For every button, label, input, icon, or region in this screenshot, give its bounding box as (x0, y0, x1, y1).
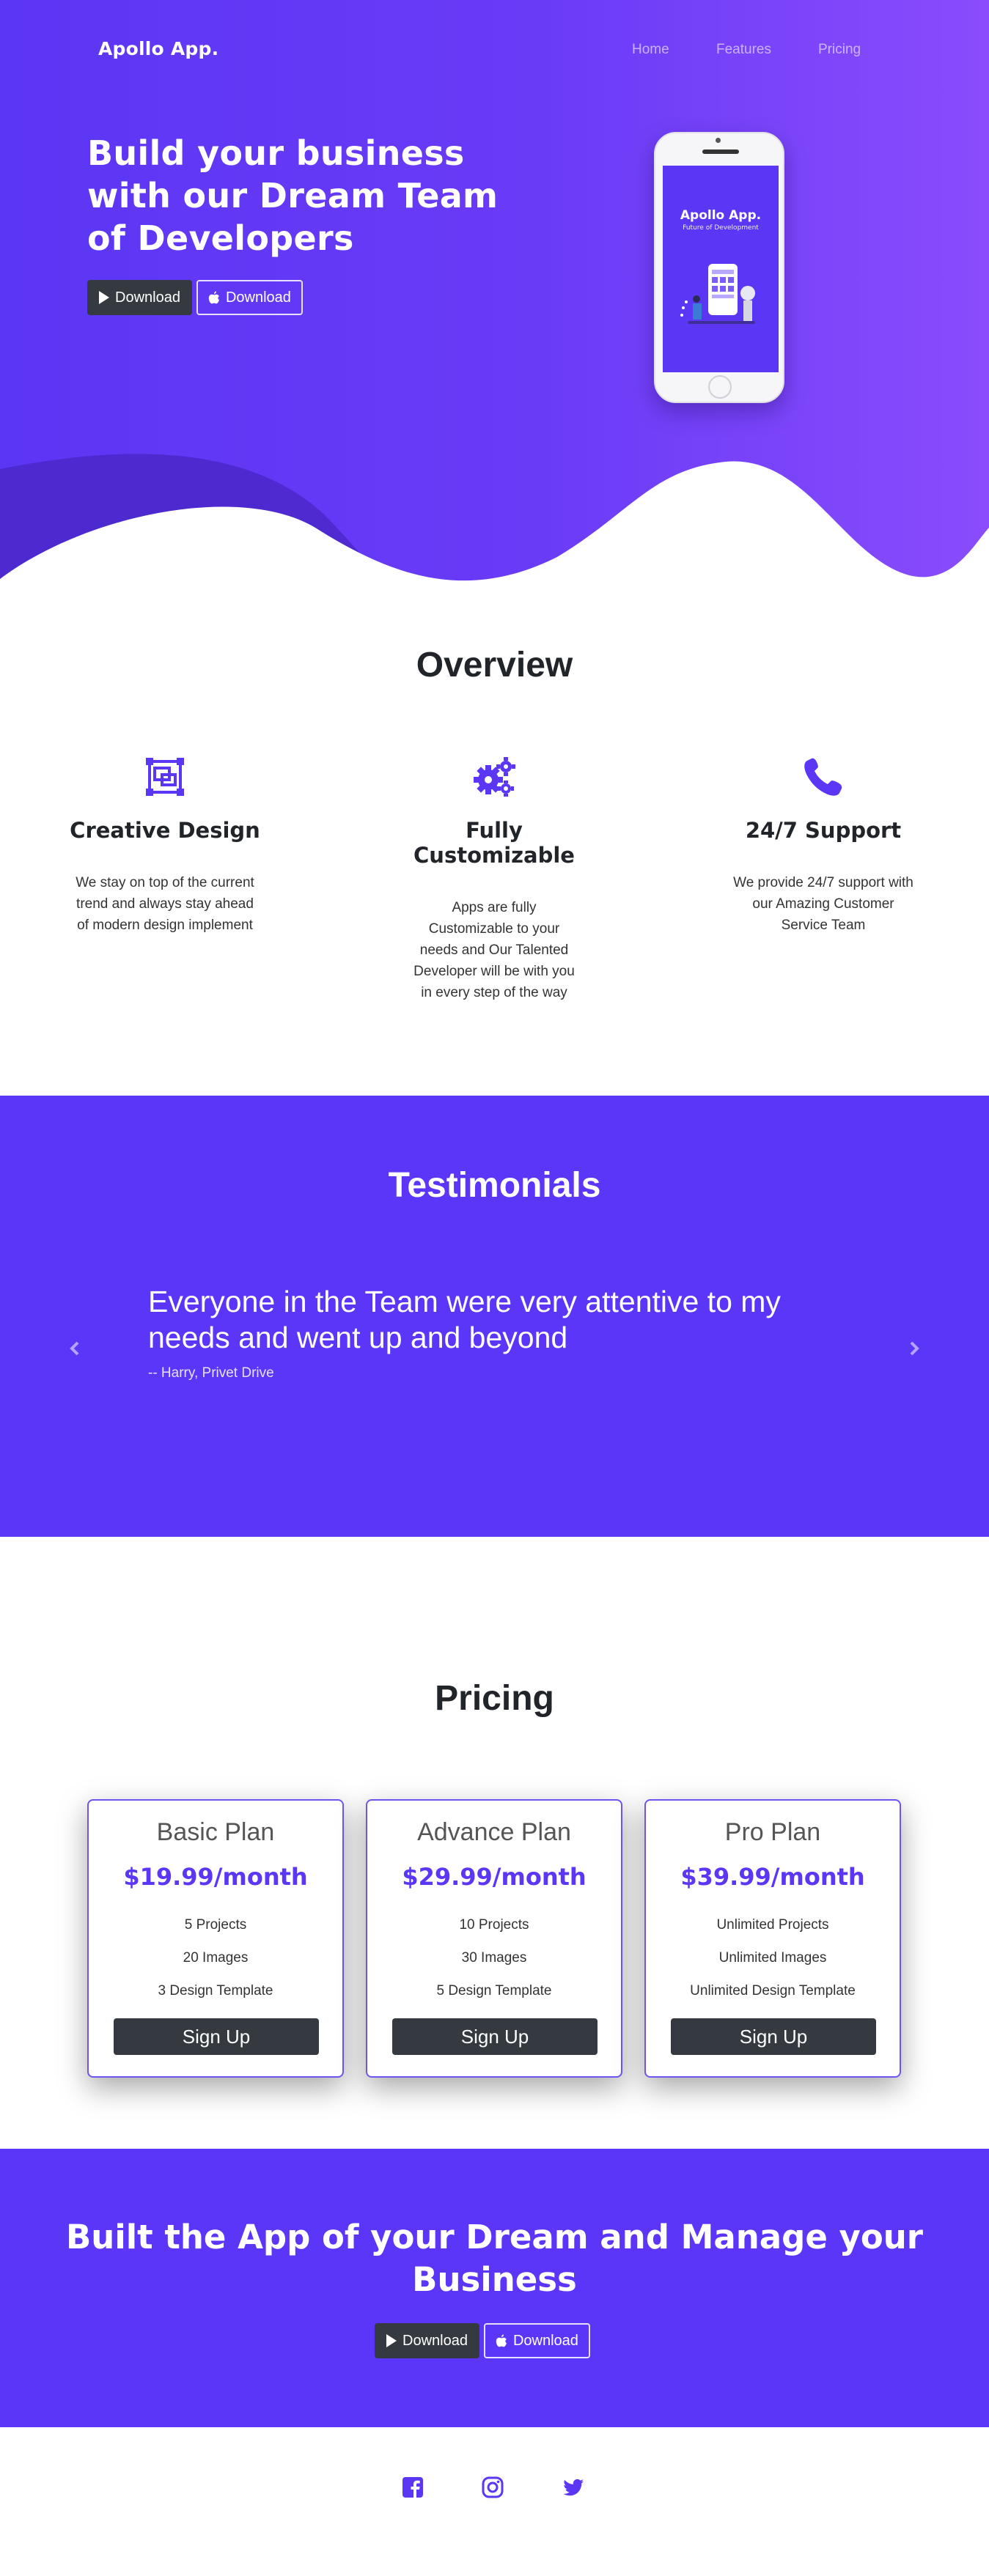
pricing-card-basic: Basic Plan $19.99/month 5 Projects 20 Im… (87, 1799, 344, 2078)
carousel-next-arrow-icon[interactable] (900, 1334, 929, 1363)
plan-feature: 5 Design Template (436, 1983, 552, 1999)
apple-icon (208, 291, 219, 304)
plan-features: Unlimited Projects Unlimited Images Unli… (646, 1908, 900, 2007)
cta-section: Built the App of your Dream and Manage y… (0, 2149, 989, 2427)
phone-app-subtitle: Future of Development (683, 224, 759, 232)
nav-links: Home Features Pricing (0, 42, 989, 64)
nav-link-home[interactable]: Home (632, 42, 669, 58)
phone-mockup: Apollo App. Future of Development (654, 132, 784, 403)
sign-up-button[interactable]: Sign Up (114, 2018, 319, 2055)
apple-icon (496, 2334, 507, 2347)
download-label: Download (115, 289, 180, 306)
app-store-download-button[interactable]: Download (483, 2323, 590, 2358)
feature-text: We stay on top of the current trend and … (76, 875, 254, 933)
carousel-prev-arrow-icon[interactable] (60, 1334, 89, 1363)
testimonials-title: Testimonials (388, 1166, 601, 1205)
download-label: Download (225, 289, 291, 306)
testimonials-section: Testimonials Everyone in the Team were v… (0, 1096, 989, 1537)
plan-price: $39.99/month (680, 1863, 865, 1891)
feature-title: Creative Design (70, 818, 260, 843)
pricing-title: Pricing (435, 1679, 554, 1718)
instagram-icon[interactable] (481, 2476, 504, 2499)
plan-price: $29.99/month (402, 1863, 587, 1891)
feature-creative-design: Creative Design We stay on top of the cu… (55, 755, 275, 936)
feature-text: We provide 24/7 support with our Amazing… (733, 875, 913, 933)
gears-icon (474, 757, 515, 797)
facebook-icon[interactable] (401, 2476, 424, 2499)
feature-title: 24/7 Support (745, 818, 902, 843)
hero-title: Build your business with our Dream Team … (87, 133, 499, 258)
testimonial-author: -- Harry, Privet Drive (148, 1365, 274, 1381)
plan-name: Pro Plan (724, 1818, 821, 1846)
phone-camera (716, 138, 721, 143)
plan-feature: 10 Projects (459, 1917, 529, 1933)
phone-screen: Apollo App. Future of Development (663, 166, 779, 372)
download-label: Download (512, 2332, 578, 2349)
overview-title: Overview (416, 646, 573, 684)
feature-title: Fully Customizable (413, 818, 575, 868)
sign-up-button[interactable]: Sign Up (392, 2018, 598, 2055)
plan-name: Advance Plan (417, 1818, 571, 1846)
pricing-card-advance: Advance Plan $29.99/month 10 Projects 30… (366, 1799, 622, 2078)
plan-feature: 30 Images (461, 1950, 527, 1966)
app-illustration (680, 264, 755, 324)
plan-feature: 5 Projects (184, 1917, 247, 1933)
google-play-icon (386, 2334, 397, 2347)
plan-name: Basic Plan (156, 1818, 275, 1846)
nav-link-features[interactable]: Features (716, 42, 771, 58)
cta-download-buttons: Download Download (375, 2323, 590, 2358)
google-play-icon (99, 291, 109, 304)
nav-link-pricing[interactable]: Pricing (818, 42, 861, 58)
testimonial-quote: Everyone in the Team were very attentive… (148, 1285, 781, 1354)
feature-support: 24/7 Support We provide 24/7 support wit… (713, 755, 933, 936)
plan-feature: Unlimited Design Template (690, 1983, 856, 1999)
phone-icon (804, 758, 842, 796)
phone-app-title: Apollo App. (680, 208, 762, 223)
feature-fully-customizable: Fully Customizable Apps are fully Custom… (384, 755, 604, 1003)
hero-download-buttons: Download Download (87, 280, 303, 315)
feature-text: Apps are fully Customizable to your need… (413, 900, 575, 1000)
cta-title: Built the App of your Dream and Manage y… (65, 2218, 923, 2299)
plan-feature: 3 Design Template (158, 1983, 273, 1999)
pricing-card-pro: Pro Plan $39.99/month Unlimited Projects… (644, 1799, 901, 2078)
plan-feature: 20 Images (183, 1950, 249, 1966)
hero-section: Apollo App. Home Features Pricing Build … (0, 0, 989, 586)
google-play-download-button[interactable]: Download (375, 2323, 479, 2358)
plan-feature: Unlimited Images (718, 1950, 827, 1966)
plan-feature: Unlimited Projects (716, 1917, 829, 1933)
sign-up-button[interactable]: Sign Up (671, 2018, 876, 2055)
app-store-download-button[interactable]: Download (196, 280, 303, 315)
phone-home-button (708, 375, 732, 399)
twitter-icon[interactable] (562, 2476, 585, 2499)
google-play-download-button[interactable]: Download (87, 280, 192, 315)
design-icon (146, 758, 184, 796)
plan-features: 5 Projects 20 Images 3 Design Template (89, 1908, 342, 2007)
phone-speaker (702, 150, 739, 154)
download-label: Download (402, 2332, 468, 2349)
plan-features: 10 Projects 30 Images 5 Design Template (367, 1908, 621, 2007)
plan-price: $19.99/month (123, 1863, 308, 1891)
